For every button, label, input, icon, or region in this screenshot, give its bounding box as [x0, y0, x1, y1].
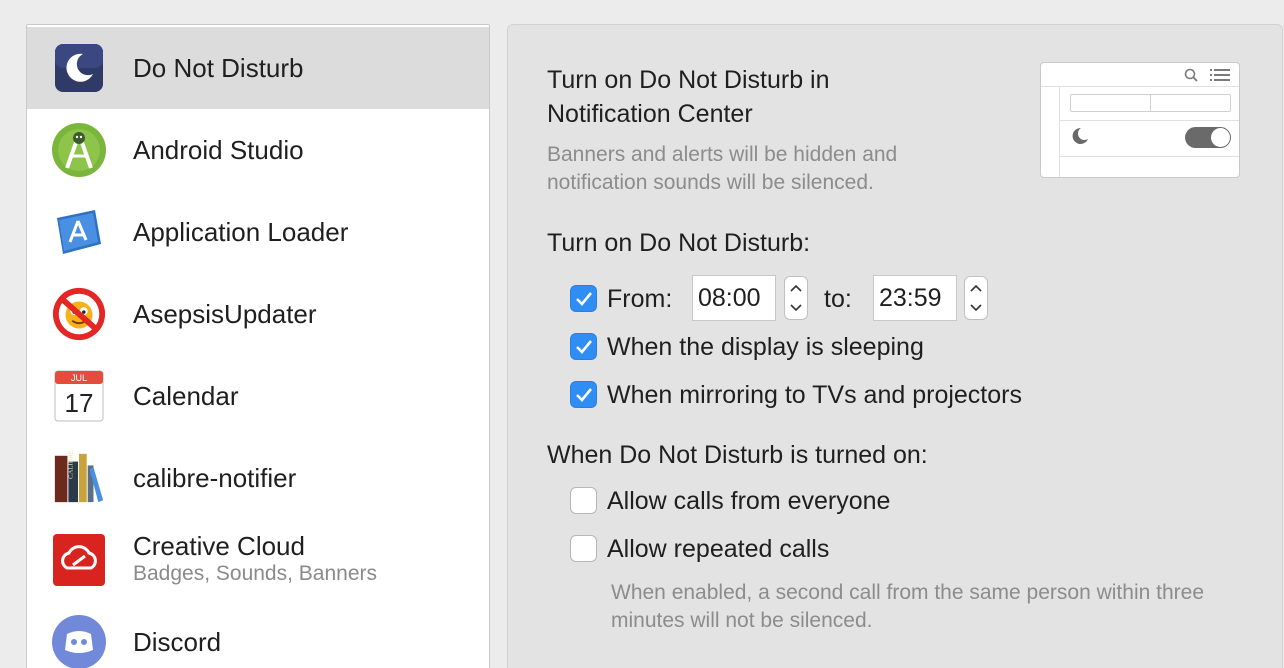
app-notification-style: Badges, Sounds, Banners [133, 562, 378, 585]
app-name: Application Loader [133, 217, 349, 247]
chevron-down-icon[interactable] [965, 298, 987, 318]
chevron-up-icon[interactable] [965, 278, 987, 298]
mirroring-label[interactable]: When mirroring to TVs and projectors [607, 380, 1022, 410]
app-list-item-asepsis-updater[interactable]: AsepsisUpdater [27, 273, 489, 355]
calibre-books-icon: CALIBRE [51, 450, 107, 506]
list-icon [1210, 69, 1230, 81]
from-time-stepper[interactable] [784, 276, 808, 320]
panel-description: Banners and alerts will be hidden and no… [547, 143, 898, 194]
panel-title: Turn on Do Not Disturb in Notification C… [547, 66, 830, 128]
schedule-heading: Turn on Do Not Disturb: [547, 229, 811, 257]
moon-icon [1072, 127, 1088, 144]
from-label: From: [607, 285, 673, 313]
app-list-item-discord[interactable]: Discord [27, 601, 489, 668]
mirroring-checkbox[interactable] [570, 381, 597, 408]
app-name: Creative Cloud [133, 531, 305, 561]
app-list-item-android-studio[interactable]: Android Studio [27, 109, 489, 191]
app-name: calibre-notifier [133, 463, 297, 493]
app-name: Calendar [133, 381, 239, 411]
app-list-item-calendar[interactable]: JUL 17 Calendar [27, 355, 489, 437]
to-time-field[interactable]: 23:59 [873, 275, 957, 321]
display-sleeping-checkbox[interactable] [570, 333, 597, 360]
allow-calls-label[interactable]: Allow calls from everyone [607, 486, 890, 516]
creative-cloud-icon [51, 532, 107, 588]
allow-calls-checkbox[interactable] [570, 487, 597, 514]
chevron-up-icon[interactable] [785, 278, 807, 298]
application-loader-icon [51, 204, 107, 260]
app-list-item-do-not-disturb[interactable]: Do Not Disturb [27, 27, 489, 109]
from-time-field[interactable]: 08:00 [692, 275, 776, 321]
display-sleeping-label[interactable]: When the display is sleeping [607, 332, 924, 362]
notification-center-preview [1040, 62, 1240, 178]
app-name: Android Studio [133, 135, 304, 165]
asepsis-updater-icon [51, 286, 107, 342]
calibre-icon-spine: CALIBRE [68, 450, 75, 479]
search-icon [1184, 68, 1198, 82]
android-studio-icon [51, 122, 107, 178]
calendar-icon: JUL 17 [51, 368, 107, 424]
calendar-icon-month: JUL [71, 373, 87, 383]
when-on-heading: When Do Not Disturb is turned on: [547, 441, 928, 469]
calendar-icon-day: 17 [65, 388, 94, 418]
app-name: Discord [133, 627, 222, 657]
checkmark-icon [575, 339, 592, 354]
app-list-item-creative-cloud[interactable]: Creative Cloud Badges, Sounds, Banners [27, 519, 489, 601]
repeated-calls-note: When enabled, a second call from the sam… [611, 581, 1204, 632]
checkmark-icon [575, 291, 592, 306]
discord-icon [51, 614, 107, 668]
chevron-down-icon[interactable] [785, 298, 807, 318]
app-list-item-calibre-notifier[interactable]: CALIBRE calibre-notifier [27, 437, 489, 519]
to-label: to: [824, 285, 852, 313]
app-name: Do Not Disturb [133, 53, 304, 83]
moon-icon [51, 40, 107, 96]
do-not-disturb-toggle [1185, 127, 1231, 148]
repeated-calls-label[interactable]: Allow repeated calls [607, 534, 829, 564]
checkmark-icon [575, 387, 592, 402]
app-name: AsepsisUpdater [133, 299, 317, 329]
app-list-item-application-loader[interactable]: Application Loader [27, 191, 489, 273]
do-not-disturb-settings-panel: Turn on Do Not Disturb in Notification C… [507, 24, 1283, 668]
repeated-calls-checkbox[interactable] [570, 535, 597, 562]
to-time-stepper[interactable] [964, 276, 988, 320]
app-list[interactable]: Do Not Disturb Android Studio Applicatio… [26, 24, 490, 668]
from-checkbox[interactable] [570, 285, 597, 312]
